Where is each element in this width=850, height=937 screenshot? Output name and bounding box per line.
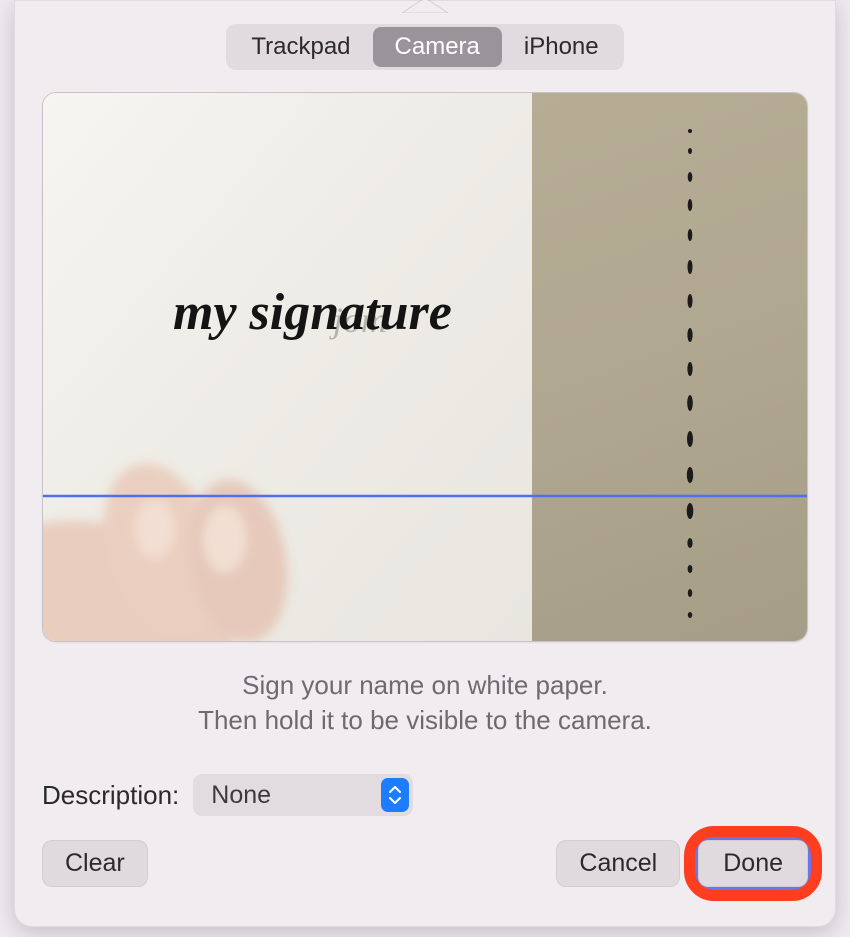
sheet-pointer-notch <box>402 0 448 13</box>
description-selected-value: None <box>211 781 271 810</box>
description-label: Description: <box>42 780 179 811</box>
instruction-line-1: Sign your name on white paper. <box>42 668 808 703</box>
tab-trackpad[interactable]: Trackpad <box>229 27 372 67</box>
alignment-guide-line <box>43 495 807 497</box>
background-surface <box>532 93 807 641</box>
camera-preview: jom my signature <box>42 92 808 642</box>
notebook-spiral-binding <box>679 121 701 621</box>
description-row: Description: None <box>42 774 808 816</box>
updown-chevron-icon <box>381 778 409 812</box>
tab-camera[interactable]: Camera <box>373 27 502 67</box>
hand-holding-paper <box>42 441 353 642</box>
instruction-text: Sign your name on white paper. Then hold… <box>42 668 808 738</box>
action-button-row: Clear Cancel Done <box>42 840 808 887</box>
done-button-highlight-wrap: Done <box>698 840 808 887</box>
clear-button[interactable]: Clear <box>42 840 148 887</box>
signature-capture-sheet: Trackpad Camera iPhone <box>14 0 836 927</box>
instruction-line-2: Then hold it to be visible to the camera… <box>42 703 808 738</box>
description-select[interactable]: None <box>193 774 413 816</box>
input-source-segmented-control: Trackpad Camera iPhone <box>42 24 808 70</box>
captured-signature-text: my signature <box>173 283 452 342</box>
camera-preview-image: jom my signature <box>43 93 807 641</box>
tab-iphone[interactable]: iPhone <box>502 27 621 67</box>
cancel-button[interactable]: Cancel <box>556 840 680 887</box>
done-button[interactable]: Done <box>698 840 808 887</box>
